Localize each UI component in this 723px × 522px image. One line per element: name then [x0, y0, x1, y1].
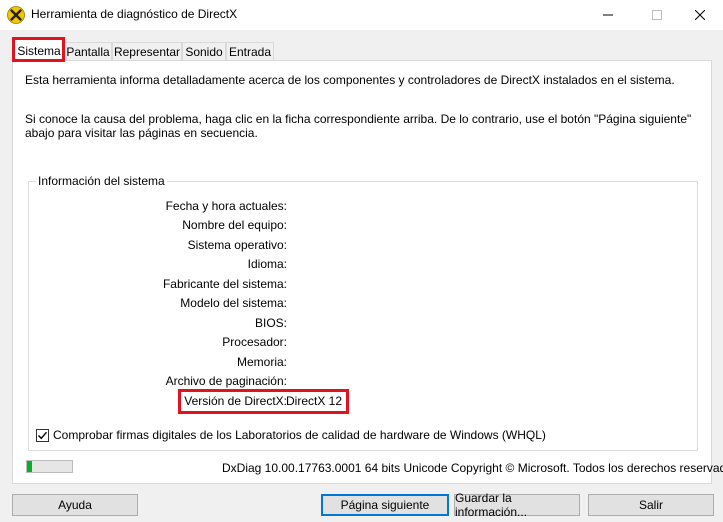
tab-label: Representar — [113, 44, 181, 59]
tab-label: Sonido — [185, 44, 223, 59]
next-page-button-label: Página siguiente — [340, 498, 430, 512]
field-label-processor: Procesador: — [222, 335, 287, 349]
save-info-button-label: Guardar la información... — [455, 491, 528, 519]
field-label-model: Modelo del sistema: — [180, 296, 287, 310]
maximize-icon[interactable] — [634, 0, 680, 30]
tab-label: Pantalla — [66, 44, 110, 59]
whql-label: Comprobar firmas digitales de los Labora… — [53, 428, 546, 442]
field-label-language: Idioma: — [247, 257, 287, 271]
exit-button[interactable]: Salir — [588, 494, 714, 516]
save-info-button[interactable]: Guardar la información... — [454, 491, 580, 519]
close-icon[interactable] — [677, 0, 723, 30]
progress-bar — [26, 460, 73, 473]
title-bar: Herramienta de diagnóstico de DirectX — [0, 0, 723, 30]
field-label-bios: BIOS: — [254, 316, 287, 330]
next-page-button[interactable]: Página siguiente — [321, 494, 449, 516]
tab-entrada[interactable]: Entrada — [226, 42, 274, 60]
field-label-page-file: Archivo de paginación: — [165, 374, 287, 388]
window-title: Herramienta de diagnóstico de DirectX — [31, 7, 238, 21]
progress-fill — [27, 461, 32, 472]
tab-strip: Sistema Pantalla Representar Sonido Entr… — [0, 30, 723, 61]
whql-checkbox-row[interactable]: Comprobar firmas digitales de los Labora… — [36, 428, 546, 442]
field-value-directx-version: DirectX 12 — [286, 394, 343, 408]
minimize-icon[interactable] — [585, 0, 631, 30]
field-label-os: Sistema operativo: — [187, 238, 287, 252]
system-info-group: Información del sistema Fecha y hora act… — [28, 174, 698, 451]
sistema-panel: Esta herramienta informa detalladamente … — [12, 60, 723, 484]
system-info-title: Información del sistema — [36, 174, 167, 188]
tab-representar[interactable]: Representar — [112, 42, 182, 60]
tab-label: Entrada — [228, 44, 272, 59]
field-label-manufacturer: Fabricante del sistema: — [162, 277, 287, 291]
tab-sonido[interactable]: Sonido — [182, 42, 226, 60]
tab-sistema[interactable]: Sistema — [14, 39, 64, 61]
version-copyright-text: DxDiag 10.00.17763.0001 64 bits Unicode … — [222, 461, 723, 475]
field-label-computer-name: Nombre del equipo: — [182, 218, 287, 232]
field-label-directx-version: Versión de DirectX: — [184, 394, 287, 408]
field-label-memory: Memoria: — [236, 355, 287, 369]
directx-x-icon — [7, 6, 25, 24]
help-button-label: Ayuda — [58, 498, 92, 512]
exit-button-label: Salir — [638, 498, 663, 512]
intro-text-2: Si conoce la causa del problema, haga cl… — [25, 112, 692, 140]
checkmark-icon — [38, 431, 48, 439]
tab-pantalla[interactable]: Pantalla — [64, 42, 112, 60]
intro-text-1: Esta herramienta informa detalladamente … — [25, 73, 675, 87]
tab-label: Sistema — [17, 43, 61, 58]
field-label-date: Fecha y hora actuales: — [165, 199, 287, 213]
whql-checkbox[interactable] — [36, 428, 49, 442]
help-button[interactable]: Ayuda — [12, 494, 138, 516]
